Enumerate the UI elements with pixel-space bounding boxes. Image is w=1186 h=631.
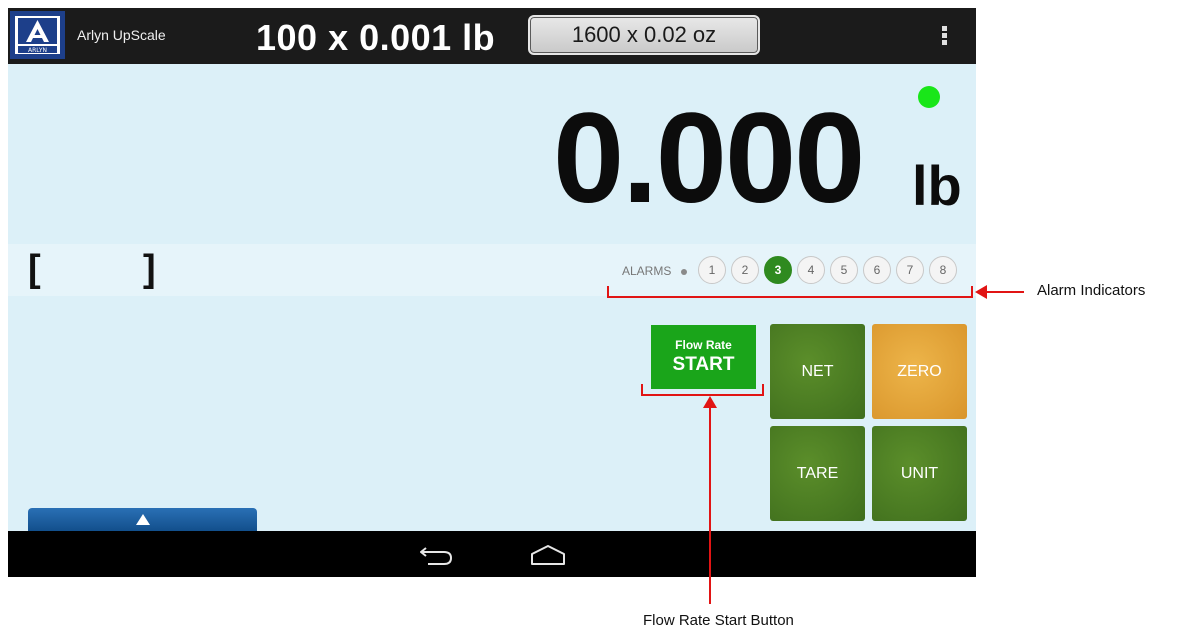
alarm-indicator-2[interactable]: 2 xyxy=(731,256,759,284)
alarm-indicator-8[interactable]: 8 xyxy=(929,256,957,284)
flow-rate-label: START xyxy=(672,354,735,375)
arrow-left-icon xyxy=(975,285,987,299)
arrow-up-icon xyxy=(136,514,150,525)
alarm-callout-line xyxy=(984,291,1024,293)
alarms-dot-icon xyxy=(681,269,687,275)
action-bar: ARLYN Arlyn UpScale 100 x 0.001 lb 1600 … xyxy=(8,8,976,64)
drawer-expand-button[interactable] xyxy=(28,508,257,531)
alarm-callout-bracket xyxy=(607,296,973,298)
alarm-callout-tick-right xyxy=(971,286,973,298)
overflow-menu-icon[interactable] xyxy=(936,24,954,48)
alarm-callout-tick-left xyxy=(607,286,609,298)
tablet-screen: ARLYN Arlyn UpScale 100 x 0.001 lb 1600 … xyxy=(8,8,976,577)
zero-button[interactable]: ZERO xyxy=(872,324,967,419)
system-nav-bar xyxy=(8,531,976,577)
flow-rate-start-annotation: Flow Rate Start Button xyxy=(643,612,794,629)
net-button[interactable]: NET xyxy=(770,324,865,419)
flow-rate-start-button[interactable]: Flow Rate START xyxy=(651,325,756,389)
arrow-up-icon xyxy=(703,396,717,408)
alarm-indicator-5[interactable]: 5 xyxy=(830,256,858,284)
bracket-right: ] xyxy=(143,248,156,290)
secondary-range-button[interactable]: 1600 x 0.02 oz xyxy=(528,15,760,55)
app-title: Arlyn UpScale xyxy=(77,27,166,43)
weight-readout: 0.000 xyxy=(553,87,865,230)
flowrate-callout-tick-left xyxy=(641,384,643,396)
alarm-indicator-1[interactable]: 1 xyxy=(698,256,726,284)
tare-button[interactable]: TARE xyxy=(770,426,865,521)
alarm-indicator-6[interactable]: 6 xyxy=(863,256,891,284)
flow-rate-caption: Flow Rate xyxy=(675,338,732,352)
unit-button[interactable]: UNIT xyxy=(872,426,967,521)
alarm-indicator-7[interactable]: 7 xyxy=(896,256,924,284)
alarm-indicator-4[interactable]: 4 xyxy=(797,256,825,284)
status-light-icon xyxy=(918,86,940,108)
alarms-label: ALARMS xyxy=(622,264,672,278)
home-icon[interactable] xyxy=(530,544,566,566)
logo-text: ARLYN xyxy=(28,47,47,54)
weight-unit: lb xyxy=(912,154,962,217)
alarm-indicator-3[interactable]: 3 xyxy=(764,256,792,284)
alarm-indicators-annotation: Alarm Indicators xyxy=(1037,282,1146,299)
flowrate-callout-line xyxy=(709,406,711,604)
flowrate-callout-tick-right xyxy=(762,384,764,396)
bracket-left: [ xyxy=(28,248,41,290)
back-icon[interactable] xyxy=(420,544,454,566)
arlyn-logo-icon: ARLYN xyxy=(10,11,65,59)
info-strip: [ ] ALARMS 12345678 xyxy=(8,244,976,296)
primary-range-display: 100 x 0.001 lb xyxy=(256,17,496,58)
